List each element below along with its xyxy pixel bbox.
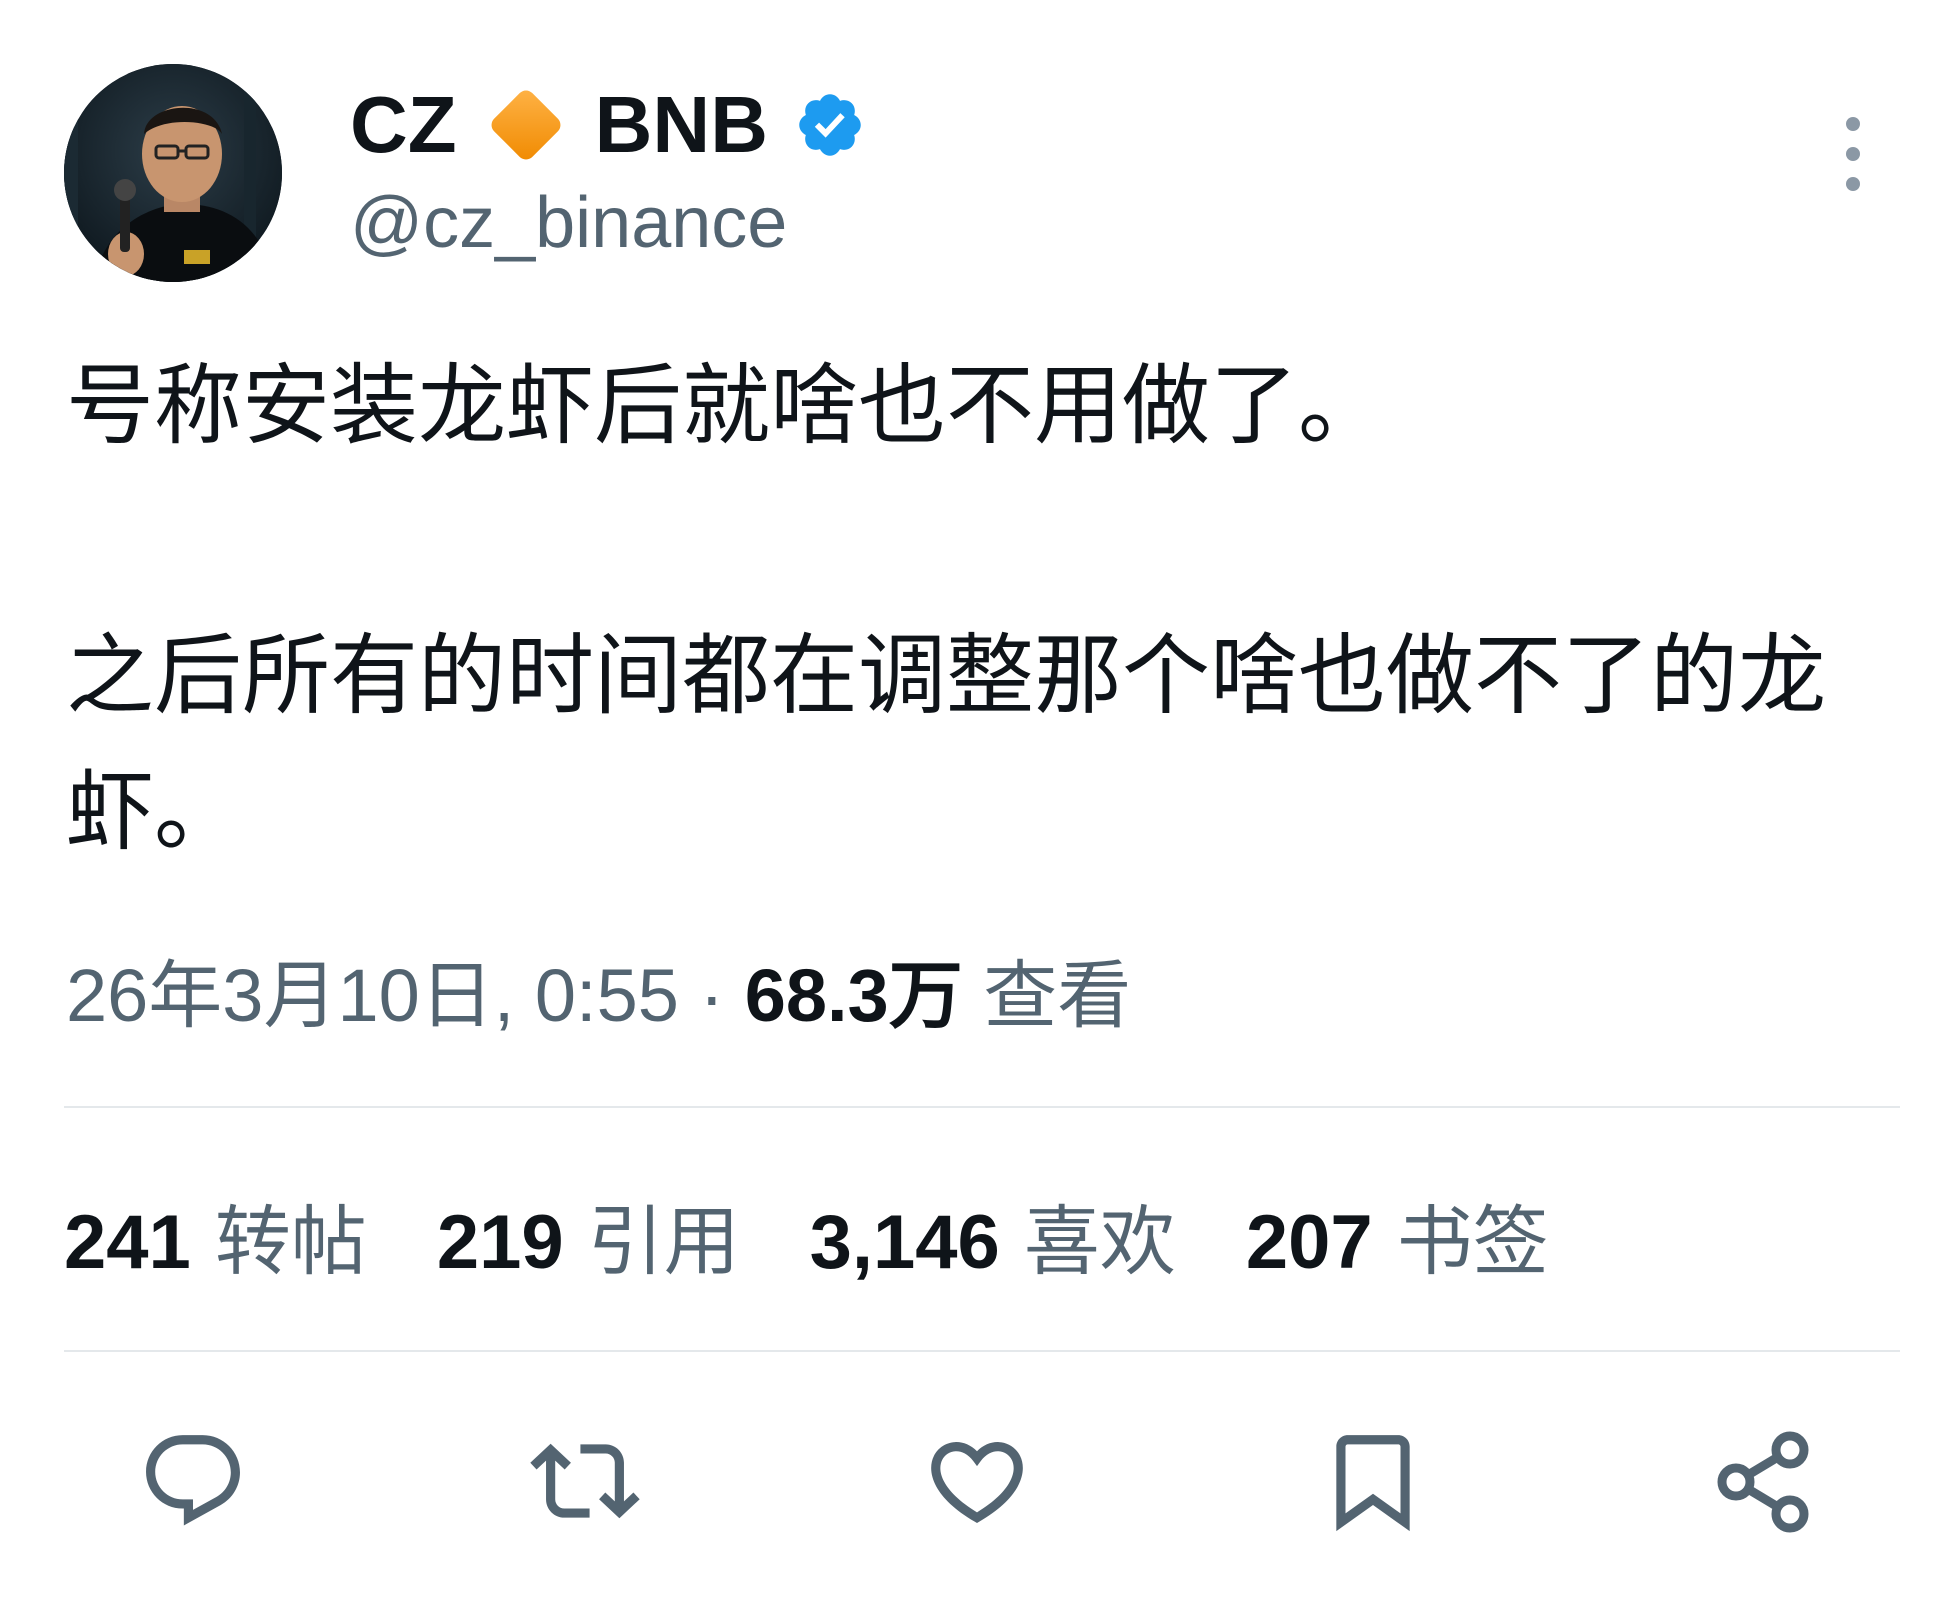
views-label: 查看	[983, 954, 1132, 1037]
bookmark-icon[interactable]	[1318, 1426, 1428, 1536]
meta-separator: ·	[678, 954, 745, 1037]
stat-likes[interactable]: 3,146 喜欢	[810, 1180, 1176, 1290]
stat-reposts[interactable]: 241 转帖	[64, 1180, 367, 1290]
timestamp[interactable]: 26年3月10日, 0:55	[66, 954, 679, 1037]
reply-icon[interactable]	[138, 1426, 248, 1536]
display-name-first: CZ	[350, 80, 457, 169]
likes-count: 3,146	[809, 1200, 1000, 1285]
quotes-count: 219	[436, 1200, 564, 1285]
bookmarks-label: 书签	[1396, 1200, 1549, 1285]
divider-top	[64, 1106, 1900, 1108]
more-options-icon[interactable]	[1830, 112, 1876, 196]
quotes-label: 引用	[587, 1200, 740, 1285]
tweet-meta: 26年3月10日, 0:55 · 68.3万 查看	[66, 946, 1131, 1046]
views-count: 68.3万	[744, 954, 963, 1037]
verified-badge-icon[interactable]	[794, 89, 866, 161]
retweet-icon[interactable]	[530, 1426, 640, 1536]
share-icon[interactable]	[1710, 1426, 1820, 1536]
engagement-stats: 241 转帖 219 引用 3,146 喜欢 207 书签	[64, 1180, 1619, 1290]
stat-quotes[interactable]: 219 引用	[437, 1180, 740, 1290]
reposts-count: 241	[64, 1200, 191, 1285]
display-name-last: BNB	[594, 80, 768, 169]
tweet-detail: CZ BNB @cz_binance 号称安装龙虾后就啥也不用做了。 之后所有的…	[0, 0, 1950, 1606]
avatar[interactable]	[64, 64, 282, 282]
tweet-text: 号称安装龙虾后就啥也不用做了。 之后所有的时间都在调整那个啥也做不了的龙虾。	[66, 338, 1846, 880]
orange-diamond-icon	[479, 78, 573, 172]
author-handle[interactable]: @cz_binance	[350, 178, 787, 268]
divider-bottom	[64, 1350, 1900, 1352]
stat-bookmarks[interactable]: 207 书签	[1246, 1180, 1549, 1290]
likes-label: 喜欢	[1023, 1200, 1176, 1285]
avatar-image	[64, 64, 282, 282]
reposts-label: 转帖	[214, 1200, 367, 1285]
tweet-paragraph-2: 之后所有的时间都在调整那个啥也做不了的龙虾。	[66, 624, 1827, 863]
like-icon[interactable]	[922, 1426, 1032, 1536]
tweet-paragraph-1: 号称安装龙虾后就啥也不用做了。	[66, 354, 1387, 457]
bookmarks-count: 207	[1245, 1200, 1373, 1285]
author-name-row[interactable]: CZ BNB	[350, 78, 866, 172]
